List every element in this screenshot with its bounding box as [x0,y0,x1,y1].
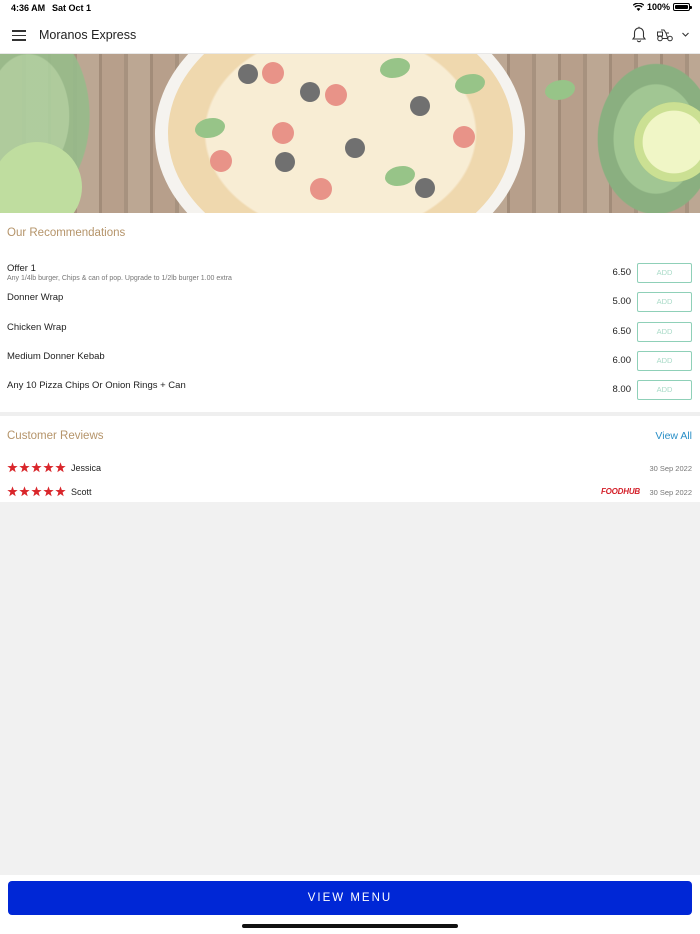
item-name: Chicken Wrap [7,321,67,333]
list-item: Medium Donner Kebab 6.00 ADD [0,346,700,375]
home-indicator [242,924,458,928]
add-button[interactable]: ADD [637,263,692,283]
star-icon [7,462,18,473]
status-right: 100% [632,2,692,12]
add-button[interactable]: ADD [637,321,692,342]
delivery-scooter-icon[interactable] [656,28,674,42]
item-description: Any 1/4lb burger, Chips & can of pop. Up… [7,275,232,282]
customer-reviews-section: Customer Reviews View All Jessica 30 Sep… [0,416,700,502]
hero-banner-image [0,54,700,213]
wifi-icon [632,3,644,11]
item-name: Any 10 Pizza Chips Or Onion Rings + Can [7,380,186,392]
hamburger-menu-icon[interactable] [12,30,26,41]
chevron-down-icon[interactable] [681,30,690,39]
list-item: Donner Wrap 5.00 ADD [0,287,700,316]
star-icon [19,486,30,497]
star-icon [31,462,42,473]
item-price: 6.50 [612,267,632,278]
star-icon [7,486,18,497]
review-row: Scott FOODHUB 30 Sep 2022 [0,486,700,502]
app-header: Moranos Express [0,16,700,54]
star-rating [7,462,66,473]
star-icon [31,486,42,497]
item-name: Donner Wrap [7,292,64,304]
bell-icon[interactable] [630,26,648,44]
reviews-title: Customer Reviews [7,430,104,442]
item-price: 5.00 [612,296,632,308]
item-price: 6.00 [612,354,632,366]
item-name: Medium Donner Kebab [7,350,105,362]
list-item: Chicken Wrap 6.50 ADD [0,317,700,346]
add-button[interactable]: ADD [637,380,692,401]
star-icon [19,462,30,473]
review-date: 30 Sep 2022 [649,464,692,473]
item-name: Offer 1 [7,263,36,274]
status-bar: 4:36 AM Sat Oct 1 100% [0,0,700,16]
battery-percentage: 100% [646,2,670,12]
recommendations-title: Our Recommendations [7,227,126,239]
view-menu-button[interactable]: VIEW MENU [8,881,692,915]
star-icon [55,462,66,473]
review-row: Jessica 30 Sep 2022 [0,462,700,478]
list-item: Offer 1 Any 1/4lb burger, Chips & can of… [0,258,700,287]
status-time: 4:36 AM [11,3,46,13]
reviewer-name: Scott [71,487,92,497]
star-icon [55,486,66,497]
recommendations-list: Offer 1 Any 1/4lb burger, Chips & can of… [0,258,700,404]
star-rating [7,486,66,497]
bottom-bar: VIEW MENU [0,875,700,934]
review-date: 30 Sep 2022 [649,488,692,497]
view-all-link[interactable]: View All [655,430,692,442]
page-title: Moranos Express [39,28,137,42]
list-item: Any 10 Pizza Chips Or Onion Rings + Can … [0,375,700,404]
reviewer-name: Jessica [71,463,102,473]
add-button[interactable]: ADD [637,350,692,371]
recommendations-section: Our Recommendations Offer 1 Any 1/4lb bu… [0,213,700,412]
add-button[interactable]: ADD [637,292,692,313]
status-date: Sat Oct 1 [52,3,92,13]
star-icon [43,462,54,473]
item-price: 8.00 [612,384,632,396]
item-price: 6.50 [612,325,632,337]
foodhub-logo: FOODHUB [600,487,640,496]
battery-icon [673,3,692,11]
star-icon [43,486,54,497]
